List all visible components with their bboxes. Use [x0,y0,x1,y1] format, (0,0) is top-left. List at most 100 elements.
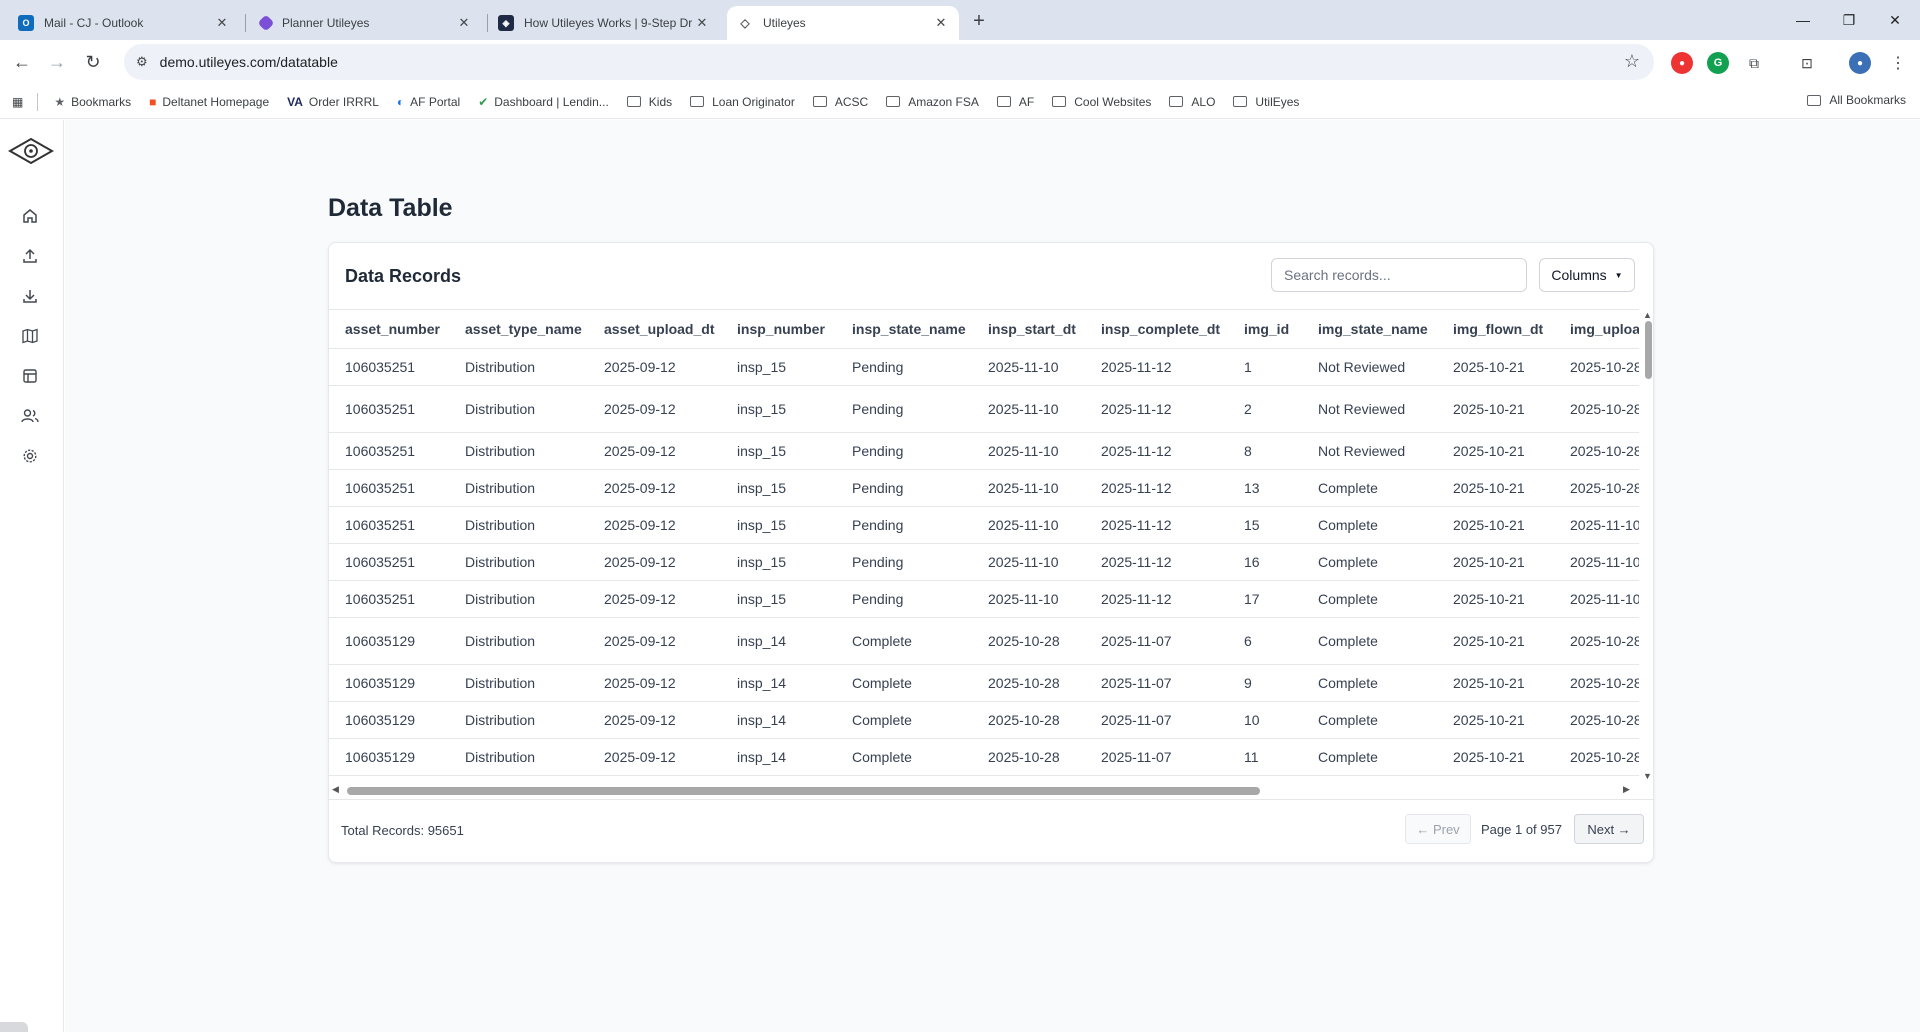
bookmark-star-icon[interactable]: ☆ [1624,51,1640,72]
column-header-insp-state-name[interactable]: insp_state_name [836,310,972,349]
table-row[interactable]: 106035129 Distribution 2025-09-12 insp_14 Co… [329,617,1639,665]
cell-asset-type-name: Distribution [449,385,588,433]
grammarly-icon[interactable]: G [1707,52,1729,74]
bookmark-af-portal[interactable]: ◐ AF Portal [397,95,460,109]
browser-menu-icon[interactable]: ⋮ [1887,52,1909,74]
sidebar-scrollbar[interactable] [0,1022,28,1032]
table-icon[interactable] [20,366,40,386]
cell-insp-state-name: Complete [836,617,972,665]
forward-button[interactable]: → [43,48,71,76]
reload-button[interactable]: ↻ [79,48,107,76]
cell-img-id: 6 [1228,617,1302,665]
bookmark-folder-utileyes[interactable]: UtilEyes [1233,95,1299,109]
tab-search-icon[interactable]: ⊡ [1796,52,1818,74]
bookmark-folder-af[interactable]: AF [996,95,1034,109]
settings-icon[interactable] [20,446,40,466]
close-icon[interactable]: ✕ [933,15,949,31]
utileyes-logo[interactable] [8,136,54,166]
cell-img-id: 8 [1228,432,1302,470]
cell-asset-type-name: Distribution [449,664,588,702]
bookmark-folder-amazon-fsa[interactable]: Amazon FSA [886,95,979,109]
scroll-down-arrow-icon[interactable]: ▼ [1643,771,1652,781]
table-row[interactable]: 106035251 Distribution 2025-09-12 insp_15 Pe… [329,580,1639,618]
cell-asset-upload-dt: 2025-09-12 [588,738,721,776]
users-icon[interactable] [20,406,40,426]
card-title: Data Records [345,266,462,286]
search-input[interactable] [1271,258,1527,292]
column-header-asset-number[interactable]: asset_number [329,310,449,349]
restore-button[interactable]: ❐ [1826,6,1872,34]
table-row[interactable]: 106035129 Distribution 2025-09-12 insp_14 Co… [329,664,1639,702]
column-header-img-upload-dt[interactable]: img_upload_dt [1554,310,1639,349]
back-button[interactable]: ← [8,48,36,76]
browser-tab-strip: O Mail - CJ - Outlook ✕ Planner Utileyes… [0,0,1920,40]
cell-img-state-name: Complete [1302,701,1437,739]
close-icon[interactable]: ✕ [214,15,230,31]
close-icon[interactable]: ✕ [456,15,472,31]
column-header-asset-upload-dt[interactable]: asset_upload_dt [588,310,721,349]
home-icon[interactable] [20,206,40,226]
url-text: demo.utileyes.com/datatable [159,54,338,70]
apps-grid-icon[interactable]: ▦ [12,95,23,109]
new-tab-button[interactable]: + [967,9,991,33]
column-header-insp-number[interactable]: insp_number [721,310,836,349]
column-header-img-id[interactable]: img_id [1228,310,1302,349]
browser-tab-utileyes[interactable]: ◇ Utileyes ✕ [727,6,959,40]
table-row[interactable]: 106035251 Distribution 2025-09-12 insp_15 Pe… [329,506,1639,544]
address-bar[interactable]: ⚙ demo.utileyes.com/datatable ☆ [124,44,1654,80]
column-header-img-state-name[interactable]: img_state_name [1302,310,1437,349]
column-header-img-flown-dt[interactable]: img_flown_dt [1437,310,1554,349]
bookmark-folder-acsc[interactable]: ACSC [812,94,869,109]
columns-button[interactable]: Columns ▼ [1539,258,1635,292]
download-icon[interactable] [20,286,40,306]
cell-asset-number: 106035251 [329,506,449,544]
table-row[interactable]: 106035251 Distribution 2025-09-12 insp_15 Pe… [329,348,1639,386]
site-info-icon[interactable]: ⚙ [136,54,148,70]
column-header-insp-start-dt[interactable]: insp_start_dt [972,310,1085,349]
horizontal-scroll-thumb[interactable] [347,787,1260,795]
close-window-button[interactable]: ✕ [1872,6,1918,34]
prev-page-button[interactable]: ← Prev [1405,814,1471,844]
scroll-left-arrow-icon[interactable]: ◀ [332,784,339,795]
bookmark-folder-kids[interactable]: Kids [626,95,672,109]
extensions-puzzle-icon[interactable]: ⧉ [1743,52,1765,74]
minimize-button[interactable]: — [1780,6,1826,34]
all-bookmarks-button[interactable]: All Bookmarks [1807,93,1906,107]
bookmark-label: ACSC [834,94,869,109]
browser-tab-how-utileyes-works[interactable]: ◈ How Utileyes Works | 9-Step Dr ✕ [488,6,720,40]
cell-insp-complete-dt: 2025-11-12 [1085,506,1228,544]
bookmark-folder-cool-websites[interactable]: Cool Websites [1052,95,1151,109]
close-icon[interactable]: ✕ [694,15,710,31]
table-row[interactable]: 106035129 Distribution 2025-09-12 insp_14 Co… [329,738,1639,776]
table-row[interactable]: 106035251 Distribution 2025-09-12 insp_15 Pe… [329,432,1639,470]
cell-asset-upload-dt: 2025-09-12 [588,348,721,386]
map-icon[interactable] [20,326,40,346]
browser-tab-outlook[interactable]: O Mail - CJ - Outlook ✕ [8,6,240,40]
scroll-up-arrow-icon[interactable]: ▲ [1643,310,1652,320]
extension-red-icon[interactable]: ● [1671,52,1693,74]
horizontal-scrollbar[interactable]: ◀ ▶ [329,783,1639,797]
table-row[interactable]: 106035251 Distribution 2025-09-12 insp_15 Pe… [329,469,1639,507]
table-row[interactable]: 106035251 Distribution 2025-09-12 insp_15 Pe… [329,385,1639,433]
cell-insp-start-dt: 2025-10-28 [972,664,1085,702]
vertical-scrollbar[interactable]: ▲ ▼ [1641,309,1653,782]
cell-insp-number: insp_14 [721,617,836,665]
profile-avatar[interactable]: ● [1849,52,1871,74]
table-row[interactable]: 106035251 Distribution 2025-09-12 insp_15 Pe… [329,543,1639,581]
bookmark-deltanet[interactable]: ■ Deltanet Homepage [149,95,269,109]
browser-tab-planner[interactable]: Planner Utileyes ✕ [250,6,482,40]
upload-icon[interactable] [20,246,40,266]
column-header-insp-complete-dt[interactable]: insp_complete_dt [1085,310,1228,349]
scroll-right-arrow-icon[interactable]: ▶ [1623,784,1630,795]
cell-img-id: 2 [1228,385,1302,433]
bookmark-folder-alo[interactable]: ALO [1169,95,1215,109]
table-row[interactable]: 106035129 Distribution 2025-09-12 insp_14 Co… [329,701,1639,739]
column-header-asset-type-name[interactable]: asset_type_name [449,310,588,349]
bookmark-bookmarks[interactable]: ★ Bookmarks [54,95,131,109]
bookmark-dashboard[interactable]: ✔ Dashboard | Lendin... [478,95,609,109]
bookmark-folder-loan-originator[interactable]: Loan Originator [690,95,795,109]
cell-asset-type-name: Distribution [449,506,588,544]
vertical-scroll-thumb[interactable] [1645,321,1652,379]
bookmark-order-irrrl[interactable]: VA Order IRRRL [287,95,379,109]
next-page-button[interactable]: Next → [1574,814,1644,844]
